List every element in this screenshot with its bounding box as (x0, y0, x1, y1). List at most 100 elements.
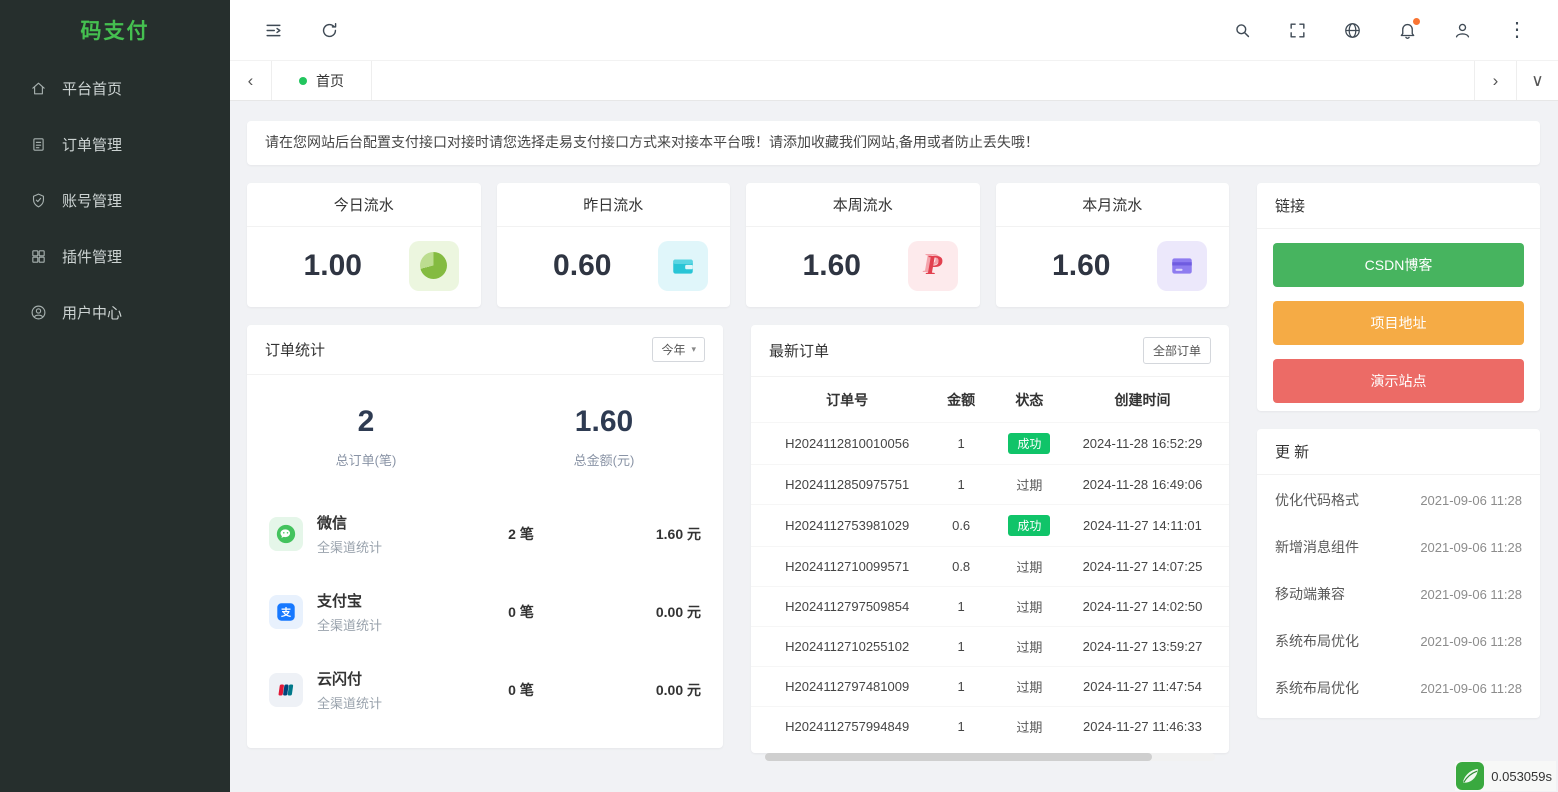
order-id: H2024112797509854 (763, 599, 931, 614)
tab-spacer (372, 61, 1474, 100)
order-id: H2024112757994849 (763, 719, 931, 734)
sidebar-item-plugins[interactable]: 插件管理 (0, 228, 230, 284)
sidebar-item-home[interactable]: 平台首页 (0, 60, 230, 116)
tabs-dropdown-button[interactable]: ∨ (1516, 61, 1558, 100)
channel-desc: 全渠道统计 (317, 537, 382, 556)
sidebar-item-user-center[interactable]: 用户中心 (0, 284, 230, 340)
sidebar-item-label: 插件管理 (62, 246, 122, 267)
channel-count: 2 笔 (461, 524, 581, 544)
list-item: 系统布局优化 2021-09-06 11:28 (1275, 665, 1522, 712)
search-button[interactable] (1225, 13, 1259, 47)
refresh-button[interactable] (312, 13, 346, 47)
table-row: H2024112850975751 1 过期 2024-11-28 16:49:… (751, 464, 1229, 504)
table-row: H2024112710255102 1 过期 2024-11-27 13:59:… (751, 626, 1229, 666)
stat-value: 1.60 (1006, 249, 1158, 283)
horizontal-scrollbar[interactable] (765, 753, 1215, 761)
channel-desc: 全渠道统计 (317, 693, 382, 712)
fullscreen-button[interactable] (1280, 13, 1314, 47)
order-id: H2024112710255102 (763, 639, 931, 654)
tab-active-dot-icon (299, 77, 307, 85)
update-label: 新增消息组件 (1275, 537, 1359, 557)
update-label: 移动端兼容 (1275, 584, 1345, 604)
csdn-blog-button[interactable]: CSDN博客 (1273, 243, 1524, 287)
table-row: H2024112797509854 1 过期 2024-11-27 14:02:… (751, 586, 1229, 626)
channel-row-unionpay: 云闪付 全渠道统计 0 笔 0.00 元 (269, 651, 701, 729)
channel-amount: 0.00 元 (581, 680, 701, 700)
order-id: H2024112850975751 (763, 477, 931, 492)
list-item: 优化代码格式 2021-09-06 11:28 (1275, 477, 1522, 524)
stat-card-yesterday: 昨日流水 0.60 (497, 183, 731, 307)
channel-row-alipay: 支 支付宝 全渠道统计 0 笔 0.00 元 (269, 573, 701, 651)
update-date: 2021-09-06 11:28 (1420, 587, 1522, 602)
status-text: 过期 (991, 475, 1068, 494)
total-amount-block: 1.60 总金额(元) (485, 405, 723, 469)
total-amount-value: 1.60 (485, 405, 723, 439)
order-time: 2024-11-27 14:02:50 (1068, 599, 1217, 614)
order-stats-card: 订单统计 今年 ▾ 2 总订单(笔) (247, 325, 723, 748)
total-orders-value: 2 (247, 405, 485, 439)
year-range-select[interactable]: 今年 ▾ (652, 337, 705, 362)
tabs-prev-button[interactable]: ‹ (230, 61, 272, 100)
kebab-menu-icon: ⋮ (1507, 20, 1527, 40)
status-text: 过期 (991, 597, 1068, 616)
sidebar-item-orders[interactable]: 订单管理 (0, 116, 230, 172)
all-orders-button[interactable]: 全部订单 (1143, 337, 1211, 364)
range-select-value: 今年 (661, 341, 685, 358)
order-time: 2024-11-28 16:49:06 (1068, 477, 1217, 492)
tabs-next-button[interactable]: › (1474, 61, 1516, 100)
notice-bar: 请在您网站后台配置支付接口对接时请您选择走易支付接口方式来对接本平台哦！请添加收… (247, 121, 1540, 165)
status-text: 过期 (991, 557, 1068, 576)
order-amount: 1 (931, 639, 991, 654)
bank-card-icon (1157, 241, 1207, 291)
chevron-down-icon: ▾ (691, 344, 696, 355)
order-id: H2024112710099571 (763, 559, 931, 574)
more-menu-button[interactable]: ⋮ (1500, 13, 1534, 47)
load-time-text: 0.053059s (1491, 769, 1552, 784)
table-row: H2024112710099571 0.8 过期 2024-11-27 14:0… (751, 546, 1229, 586)
sidebar-item-accounts[interactable]: 账号管理 (0, 172, 230, 228)
status-badge: 成功 (1008, 433, 1050, 454)
channel-amount: 0.00 元 (581, 602, 701, 622)
update-date: 2021-09-06 11:28 (1420, 681, 1522, 696)
scrollbar-thumb[interactable] (765, 753, 1152, 761)
refresh-icon (320, 21, 339, 40)
channel-name: 支付宝 (317, 590, 382, 611)
tab-home[interactable]: 首页 (272, 61, 372, 100)
order-time: 2024-11-27 11:46:33 (1068, 719, 1217, 734)
notifications-button[interactable] (1390, 13, 1424, 47)
updates-title: 更 新 (1275, 441, 1309, 462)
profile-button[interactable] (1445, 13, 1479, 47)
demo-site-button[interactable]: 演示站点 (1273, 359, 1524, 403)
order-time: 2024-11-27 13:59:27 (1068, 639, 1217, 654)
account-icon (30, 192, 47, 209)
table-row: H2024112753981029 0.6 成功 2024-11-27 14:1… (751, 504, 1229, 546)
tab-bar: ‹ 首页 › ∨ (230, 60, 1558, 101)
stat-card-month: 本月流水 1.60 (996, 183, 1230, 307)
app-root: 码支付 平台首页 订单管理 账号管理 插件管理 用户中心 (0, 0, 1558, 792)
order-amount: 0.8 (931, 559, 991, 574)
user-icon (1453, 21, 1472, 40)
sidebar: 码支付 平台首页 订单管理 账号管理 插件管理 用户中心 (0, 0, 230, 792)
update-date: 2021-09-06 11:28 (1420, 634, 1522, 649)
channel-name: 云闪付 (317, 668, 382, 689)
right-column: 链接 CSDN博客 项目地址 演示站点 更 新 优化代码格式 (1257, 183, 1540, 753)
updates-card: 更 新 优化代码格式 2021-09-06 11:28 新增消息组件 2021-… (1257, 429, 1540, 718)
update-label: 系统布局优化 (1275, 631, 1359, 651)
paypal-icon: P (908, 241, 958, 291)
wechat-icon (269, 517, 303, 551)
collapse-sidebar-button[interactable] (256, 13, 290, 47)
order-id: H2024112797481009 (763, 679, 931, 694)
language-button[interactable] (1335, 13, 1369, 47)
update-label: 系统布局优化 (1275, 678, 1359, 698)
wallet-icon (658, 241, 708, 291)
stats-grid: 今日流水 1.00 昨日流水 0.60 (247, 183, 1229, 307)
update-date: 2021-09-06 11:28 (1420, 540, 1522, 555)
update-label: 优化代码格式 (1275, 490, 1359, 510)
project-url-button[interactable]: 项目地址 (1273, 301, 1524, 345)
stat-card-today: 今日流水 1.00 (247, 183, 481, 307)
stat-value: 1.00 (257, 249, 409, 283)
latest-orders-card: 最新订单 全部订单 订单号 金额 状态 创建时间 H20241128100100… (751, 325, 1229, 753)
latest-orders-title: 最新订单 (769, 340, 829, 361)
fullscreen-icon (1288, 21, 1307, 40)
links-title: 链接 (1275, 195, 1305, 216)
